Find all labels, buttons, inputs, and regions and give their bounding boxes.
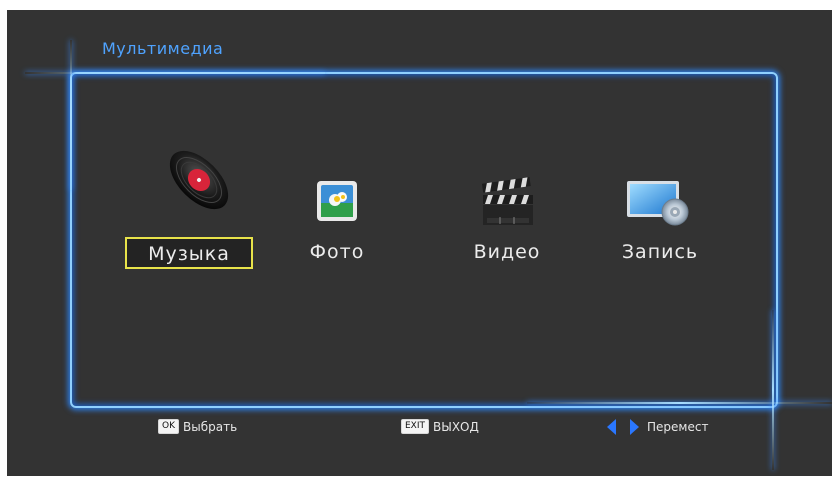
clapperboard-icon[interactable] [478,177,538,229]
exit-key-icon: EXIT [401,419,430,434]
footer-hint-move: Перемест [607,419,708,435]
arrow-right-icon [630,419,639,435]
vinyl-record-icon[interactable] [159,140,239,220]
ok-hint-label: Выбрать [183,419,238,434]
menu-item-record[interactable]: Запись [605,237,715,269]
ok-key-icon: OK [158,419,179,434]
menu-item-label: Запись [621,241,699,263]
frame-glow-right [772,310,774,470]
recording-disc-icon[interactable] [625,178,693,228]
tv-screen: Мультимедиа Музыка Фото Видео Запись OK … [7,10,832,476]
photo-icon[interactable] [315,179,359,223]
footer-hint-ok: OK Выбрать [158,419,237,434]
page-title: Мультимедиа [102,39,224,58]
menu-item-label: Музыка [148,243,230,265]
move-hint-label: Перемест [647,420,709,434]
frame-glow-bottom [527,402,832,404]
menu-item-music[interactable]: Музыка [125,237,253,269]
frame-glow-left [70,40,72,190]
arrow-left-icon [607,419,616,435]
menu-item-video[interactable]: Видео [457,237,557,269]
menu-item-photo[interactable]: Фото [287,237,387,269]
footer-hint-exit: EXIT ВЫХОД [401,419,479,434]
exit-hint-label: ВЫХОД [433,419,479,434]
menu-item-label: Фото [309,241,365,263]
menu-item-label: Видео [473,241,541,263]
